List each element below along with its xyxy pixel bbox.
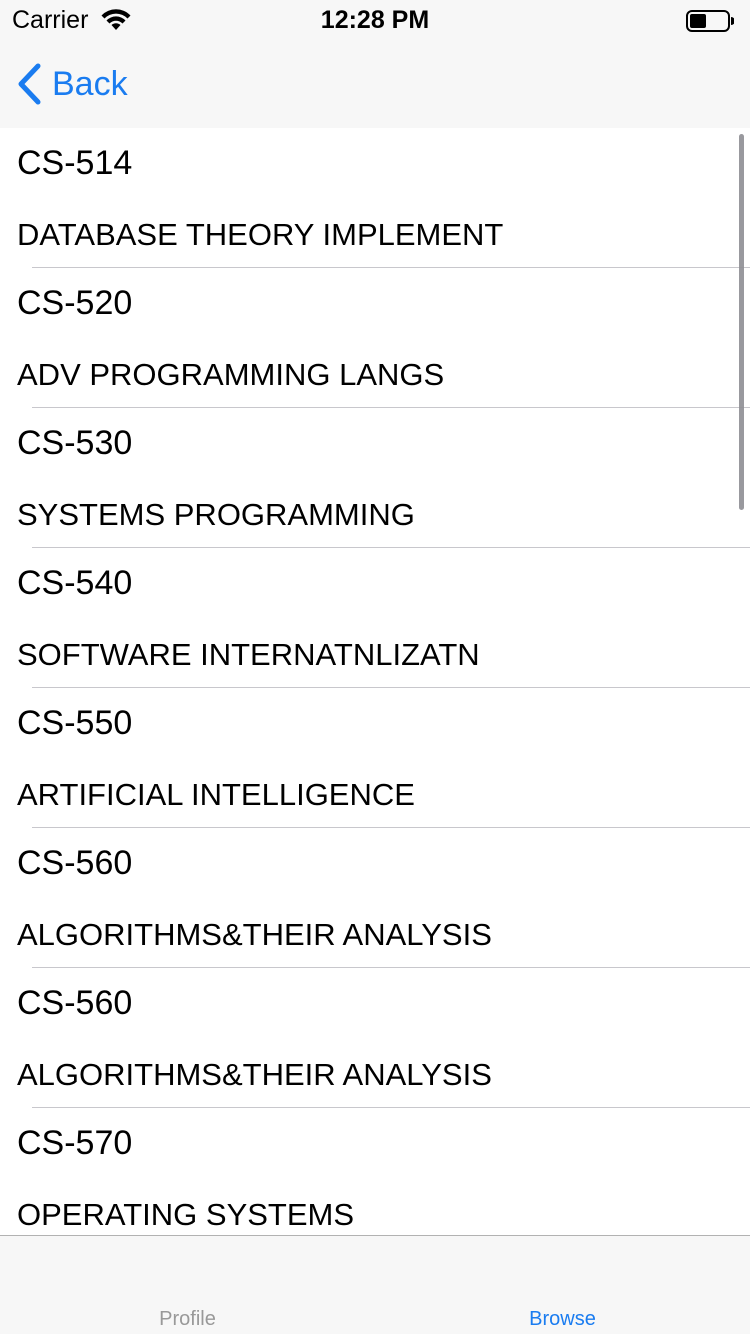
tab-browse[interactable]: Browse: [375, 1236, 750, 1334]
list-item[interactable]: CS-560 ALGORITHMS&THEIR ANALYSIS: [17, 828, 750, 968]
list-item[interactable]: CS-540 SOFTWARE INTERNATNLIZATN: [17, 548, 750, 688]
status-time: 12:28 PM: [320, 6, 430, 34]
course-title: ADV PROGRAMMING LANGS: [17, 357, 445, 392]
course-browse-screen: Carrier 12:28 PM Back CS-514 DATABASE TH…: [0, 0, 750, 1334]
course-code: CS-560: [17, 984, 133, 1022]
tab-profile[interactable]: Profile: [0, 1236, 375, 1334]
list-item[interactable]: CS-514 DATABASE THEORY IMPLEMENT: [17, 128, 750, 268]
course-code: CS-540: [17, 564, 133, 602]
course-title: SYSTEMS PROGRAMMING: [17, 497, 415, 532]
course-title: OPERATING SYSTEMS: [17, 1197, 355, 1232]
list-item[interactable]: CS-520 ADV PROGRAMMING LANGS: [17, 268, 750, 408]
course-title: ARTIFICIAL INTELLIGENCE: [17, 777, 415, 812]
tab-bar: Profile Browse: [0, 1235, 750, 1334]
course-code: CS-550: [17, 704, 133, 742]
tab-browse-label: Browse: [529, 1308, 596, 1330]
scroll-indicator[interactable]: [739, 134, 744, 510]
course-list[interactable]: CS-514 DATABASE THEORY IMPLEMENT CS-520 …: [0, 128, 750, 1234]
chevron-left-icon: [18, 63, 41, 105]
list-item[interactable]: CS-560 ALGORITHMS&THEIR ANALYSIS: [17, 968, 750, 1108]
course-title: ALGORITHMS&THEIR ANALYSIS: [17, 1057, 492, 1092]
course-code: CS-570: [17, 1124, 133, 1162]
tab-profile-label: Profile: [159, 1308, 216, 1330]
course-title: SOFTWARE INTERNATNLIZATN: [17, 637, 480, 672]
course-code: CS-530: [17, 424, 133, 462]
course-code: CS-560: [17, 844, 133, 882]
back-button[interactable]: Back: [16, 62, 128, 106]
battery-icon: [686, 10, 734, 32]
list-item[interactable]: CS-570 OPERATING SYSTEMS: [17, 1108, 750, 1234]
course-title: DATABASE THEORY IMPLEMENT: [17, 217, 504, 252]
back-label: Back: [52, 64, 128, 103]
course-title: ALGORITHMS&THEIR ANALYSIS: [17, 917, 492, 952]
course-code: CS-514: [17, 144, 133, 182]
list-item[interactable]: CS-550 ARTIFICIAL INTELLIGENCE: [17, 688, 750, 828]
status-bar: Carrier 12:28 PM: [0, 0, 750, 40]
course-code: CS-520: [17, 284, 133, 322]
navigation-bar: Back: [0, 40, 750, 129]
list-item[interactable]: CS-530 SYSTEMS PROGRAMMING: [17, 408, 750, 548]
